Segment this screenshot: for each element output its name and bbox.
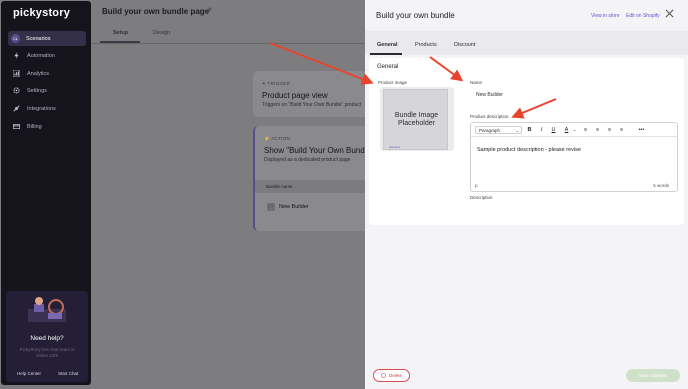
bundle-drawer: Build your own bundle View in store Edit… <box>365 0 688 389</box>
start-chat-link[interactable]: Start Chat <box>58 371 78 376</box>
help-card: Need help? PickyStory live chat team is … <box>6 291 88 382</box>
format-select[interactable]: Paragraph ⌄ <box>475 126 522 134</box>
bold-icon[interactable]: B <box>525 126 534 134</box>
bolt-icon <box>13 52 20 59</box>
chart-icon <box>13 70 20 77</box>
name-input[interactable]: New Builder <box>470 88 678 102</box>
description-editor[interactable]: Paragraph ⌄ B I U A ⌄ ≡ ≡ ≡ ≡ ••• Sample… <box>470 122 678 192</box>
align-right-icon[interactable]: ≡ <box>605 126 614 134</box>
sidebar-item-label: Billing <box>27 123 42 130</box>
gear-icon <box>13 87 20 94</box>
avatar: CL <box>11 34 20 43</box>
sidebar-item-scenarios[interactable]: CL Scenarios <box>8 31 86 46</box>
chevron-down-icon: ⌄ <box>515 128 519 133</box>
sidebar-item-automation[interactable]: Automation <box>8 48 86 63</box>
sidebar-item-label: Integrations <box>27 105 56 112</box>
action-tag: ⚡ ACTION <box>264 136 291 141</box>
image-placeholder-text: Bundle Image Placeholder <box>394 112 439 127</box>
table-header: Bundle name <box>266 184 293 189</box>
image-watermark: pickystory <box>389 146 401 149</box>
product-image: Bundle Image Placeholder pickystory <box>383 89 448 150</box>
tab-general[interactable]: General <box>377 42 397 48</box>
page-title: Build your own bundle page <box>102 7 210 16</box>
tab-design[interactable]: Design <box>153 30 170 36</box>
drawer-footer: Delete Save changes <box>365 362 688 389</box>
italic-icon[interactable]: I <box>537 126 546 134</box>
tab-divider <box>92 43 372 44</box>
chevron-down-icon[interactable]: ⌄ <box>570 126 579 134</box>
delete-button[interactable]: Delete <box>373 369 410 382</box>
save-button[interactable]: Save changes <box>626 369 680 382</box>
drawer-tabbar <box>365 31 688 55</box>
general-panel: General Product image Bundle Image Place… <box>369 58 684 225</box>
tab-setup[interactable]: Setup <box>113 30 128 36</box>
help-center-link[interactable]: Help Center <box>17 371 41 376</box>
drawer-title: Build your own bundle <box>376 11 455 20</box>
align-left-icon[interactable]: ≡ <box>581 126 590 134</box>
trigger-subtitle: Triggers on "Build Your Own Bundle" prod… <box>262 102 362 108</box>
align-justify-icon[interactable]: ≡ <box>617 126 626 134</box>
help-subtitle: PickyStory live chat team is online 24/5 <box>19 347 75 358</box>
align-center-icon[interactable]: ≡ <box>593 126 602 134</box>
close-icon[interactable] <box>665 9 674 21</box>
table-row[interactable]: New Builder <box>279 204 309 210</box>
tab-active-indicator <box>370 53 402 55</box>
tab-active-indicator <box>100 41 140 43</box>
sidebar-item-billing[interactable]: Billing <box>8 119 86 134</box>
action-subtitle: Displayed as a dedicated product page <box>264 157 351 163</box>
sidebar-item-label: Analytics <box>27 70 50 77</box>
view-in-store-link[interactable]: View in store <box>591 13 620 19</box>
sidebar-item-label: Automation <box>27 52 55 59</box>
editor-path: p <box>475 183 478 188</box>
trigger-title: Product page view <box>262 91 328 100</box>
name-label: Name <box>470 80 483 85</box>
trigger-tag: ✦ TRIGGER <box>262 81 291 86</box>
product-image-upload[interactable]: Bundle Image Placeholder pickystory <box>380 87 454 151</box>
drag-handle-icon[interactable]: ⋯ <box>267 203 275 211</box>
more-icon[interactable]: ••• <box>637 126 646 134</box>
sidebar-item-integrations[interactable]: Integrations <box>8 101 86 116</box>
sidebar-item-settings[interactable]: Settings <box>8 83 86 98</box>
editor-toolbar: Paragraph ⌄ B I U A ⌄ ≡ ≡ ≡ ≡ ••• <box>471 123 677 137</box>
sidebar-item-label: Settings <box>27 87 47 94</box>
trash-icon <box>381 372 386 379</box>
support-illustration <box>28 297 66 322</box>
description-label: Product description <box>470 114 509 119</box>
editor-content[interactable]: Sample product description - please revi… <box>477 147 581 153</box>
sidebar-item-label: Scenarios <box>26 35 51 42</box>
edit-icon[interactable] <box>205 7 212 16</box>
edit-on-shopify-link[interactable]: Edit on Shopify <box>626 13 660 19</box>
help-title: Need help? <box>30 335 64 342</box>
tab-discount[interactable]: Discount <box>454 42 475 48</box>
card-icon <box>13 123 20 130</box>
section-title: General <box>377 64 399 70</box>
action-card[interactable]: ⚡ ACTION Show "Build Your Own Bundle" Di… <box>253 126 378 231</box>
sidebar: pickystory CL Scenarios Automation Analy… <box>1 1 91 385</box>
product-image-label: Product image <box>378 80 408 85</box>
word-count: 5 words <box>653 183 669 188</box>
sidebar-item-analytics[interactable]: Analytics <box>8 66 86 81</box>
action-title: Show "Build Your Own Bundle" <box>264 146 374 155</box>
tab-products[interactable]: Products <box>415 42 437 48</box>
plug-icon <box>13 105 20 112</box>
trigger-card[interactable]: ✦ TRIGGER Product page view Triggers on … <box>253 71 378 117</box>
description-helper: Description <box>470 195 493 200</box>
app-logo: pickystory <box>13 7 71 19</box>
underline-icon[interactable]: U <box>549 126 558 134</box>
